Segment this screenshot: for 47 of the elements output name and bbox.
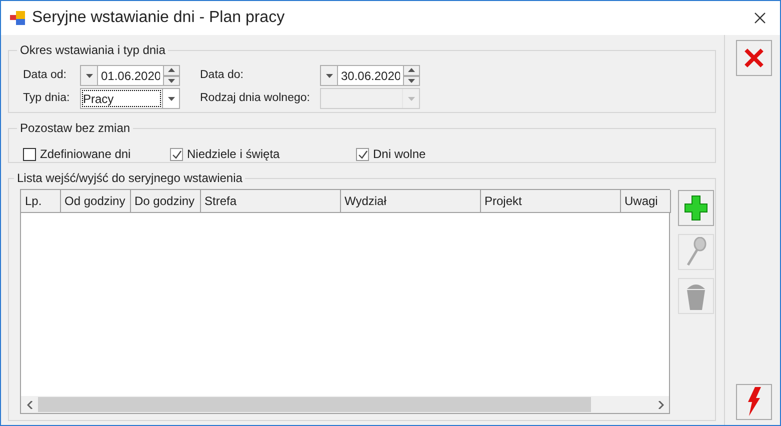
day-type-dropdown[interactable]: Pracy <box>80 88 180 109</box>
lightning-icon <box>746 387 762 417</box>
checkbox-label: Zdefiniowane dni <box>40 146 131 163</box>
column-header[interactable]: Od godziny <box>60 190 130 212</box>
column-header[interactable]: Lp. <box>21 190 60 212</box>
cancel-icon <box>742 47 764 69</box>
scrollbar-thumb[interactable] <box>38 397 591 412</box>
horizontal-scrollbar[interactable] <box>21 396 669 413</box>
caret-down-icon <box>168 96 174 100</box>
spin-up-button[interactable] <box>163 65 180 76</box>
checkbox[interactable] <box>356 148 369 160</box>
caret-down-icon <box>86 74 92 78</box>
app-icon <box>10 11 26 25</box>
column-header[interactable]: Projekt <box>480 190 620 212</box>
plus-icon <box>684 195 708 221</box>
column-header[interactable]: Uwagi <box>620 190 670 212</box>
field-label: Data od: <box>23 68 68 83</box>
window-title: Seryjne wstawianie dni - Plan pracy <box>32 8 285 28</box>
spin-down-button[interactable] <box>403 76 420 86</box>
field-label: Data do: <box>200 68 244 83</box>
magnifier-icon <box>685 237 707 267</box>
run-button[interactable] <box>736 384 772 420</box>
caret-up-icon <box>168 68 175 72</box>
column-header[interactable]: Wydział <box>340 190 480 212</box>
checkbox[interactable] <box>170 148 183 160</box>
column-header[interactable]: Do godziny <box>130 190 200 212</box>
spin-down-button[interactable] <box>163 76 180 86</box>
checkbox-label: Dni wolne <box>373 146 426 163</box>
group-title: Okres wstawiania i typ dnia <box>19 43 166 57</box>
group-title: Pozostaw bez zmian <box>19 121 132 135</box>
calendar-dropdown-button[interactable] <box>80 65 98 86</box>
caret-down-icon <box>408 96 414 100</box>
column-header[interactable]: Strefa <box>200 190 340 212</box>
caret-down-icon <box>408 78 415 83</box>
cancel-button[interactable] <box>736 40 772 76</box>
field-label: Rodzaj dnia wolnego: <box>200 90 311 106</box>
field-label: Typ dnia: <box>23 90 71 106</box>
checkbox[interactable] <box>23 148 36 160</box>
caret-down-icon <box>326 74 332 78</box>
add-button[interactable] <box>678 190 714 226</box>
calendar-dropdown-button[interactable] <box>320 65 338 86</box>
caret-up-icon <box>408 68 415 72</box>
checkbox-label: Niedziele i święta <box>187 146 280 163</box>
caret-down-icon <box>168 78 175 83</box>
group-title: Lista wejść/wyjść do seryjnego wstawienia <box>16 171 244 185</box>
spin-up-button[interactable] <box>403 65 420 76</box>
close-icon[interactable] <box>754 12 766 24</box>
